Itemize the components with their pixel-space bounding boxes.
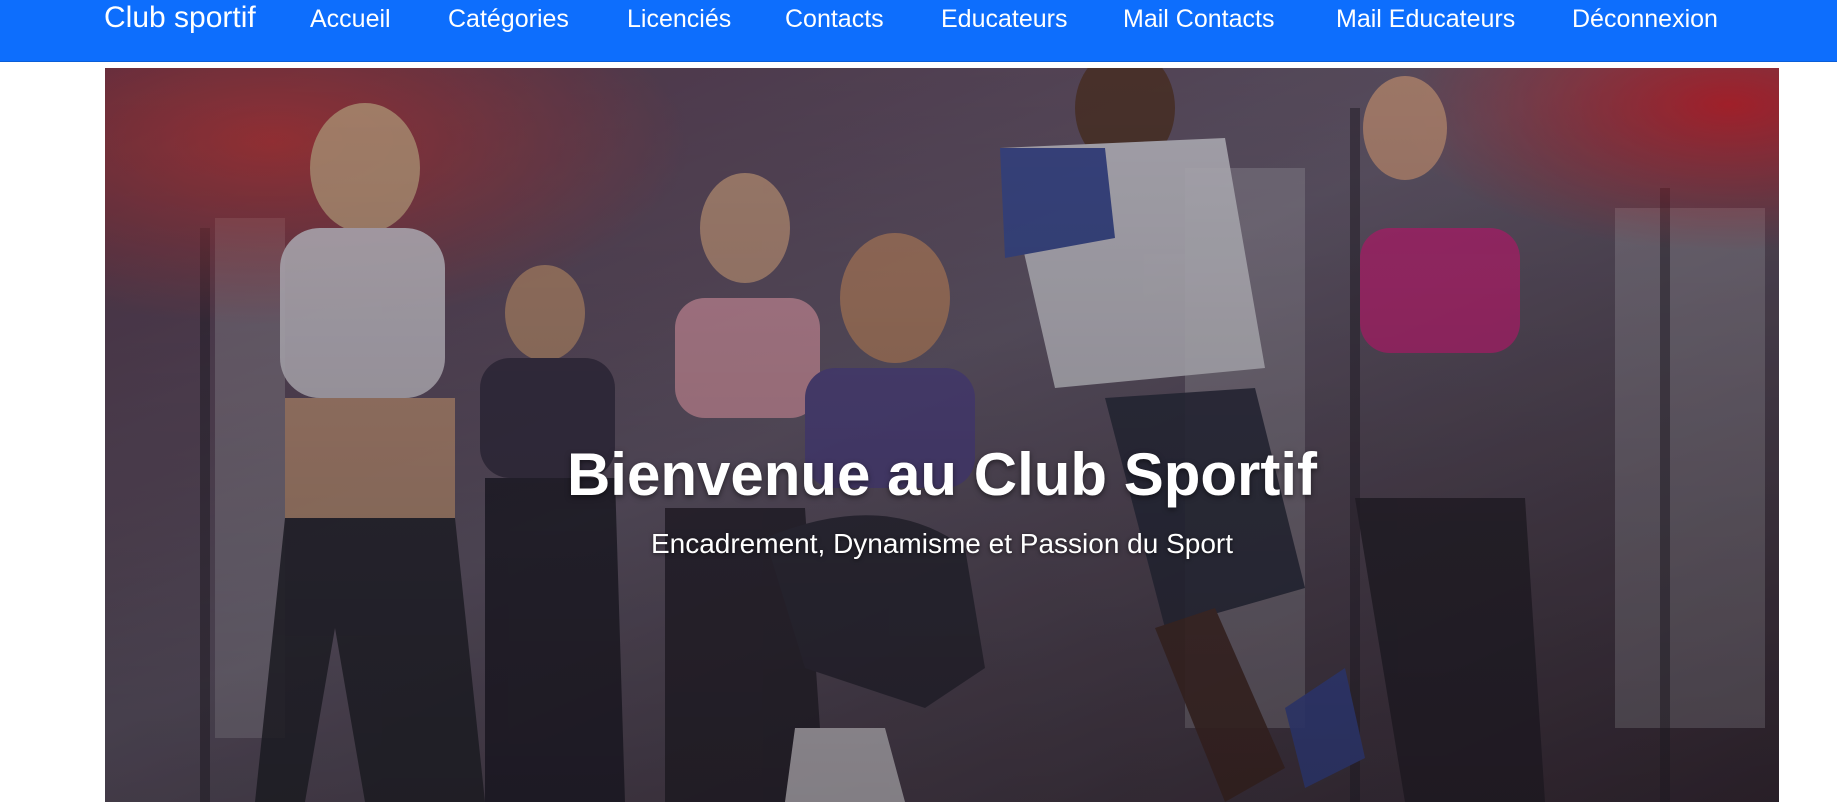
hero-background-photo xyxy=(105,68,1779,802)
hero-title: Bienvenue au Club Sportif xyxy=(566,441,1318,508)
nav-categories[interactable]: Catégories xyxy=(448,4,569,34)
nav-mail-educateurs[interactable]: Mail Educateurs xyxy=(1336,4,1515,34)
nav-educateurs[interactable]: Educateurs xyxy=(941,4,1067,34)
brand-link[interactable]: Club sportif xyxy=(104,0,256,36)
nav-deconnexion[interactable]: Déconnexion xyxy=(1572,4,1718,34)
nav-mail-contacts[interactable]: Mail Contacts xyxy=(1123,4,1274,34)
hero-banner: Bienvenue au Club Sportif Encadrement, D… xyxy=(105,68,1779,802)
nav-licencies[interactable]: Licenciés xyxy=(627,4,731,34)
top-navbar: Club sportif Accueil Catégories Licencié… xyxy=(0,0,1837,62)
nav-accueil[interactable]: Accueil xyxy=(310,4,391,34)
hero-subtitle: Encadrement, Dynamisme et Passion du Spo… xyxy=(650,528,1234,559)
nav-contacts[interactable]: Contacts xyxy=(785,4,884,34)
